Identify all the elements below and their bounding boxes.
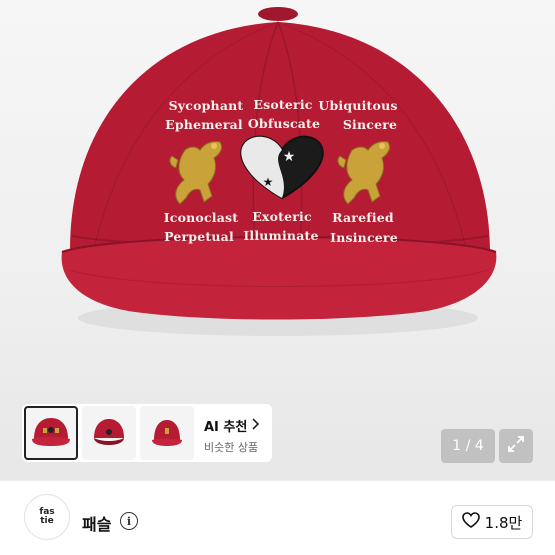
heart-outline-icon: [461, 512, 480, 532]
embroidery-word: Rarefied: [332, 210, 394, 225]
product-detail-screen: Sycophant Esoteric Ubiquitous Ephemeral …: [0, 0, 555, 555]
info-icon[interactable]: i: [120, 512, 138, 530]
embroidery-word: Insincere: [330, 230, 398, 245]
svg-text:★: ★: [283, 149, 296, 165]
chevron-right-icon: [250, 417, 260, 434]
svg-text:★: ★: [263, 175, 274, 189]
embroidery-word: Ephemeral: [165, 117, 243, 132]
ai-recommend-subtitle: 비슷한 상품: [204, 441, 259, 454]
embroidery-word: Sycophant: [169, 98, 244, 113]
thumbnail-strip: AI 추천 비슷한 상품: [22, 404, 273, 462]
thumb-cap-top[interactable]: [82, 406, 136, 460]
ai-recommend-card[interactable]: AI 추천 비슷한 상품: [198, 406, 271, 460]
expand-icon: [506, 434, 526, 458]
image-counter: 1 / 4: [441, 429, 495, 463]
thumb-cap-front[interactable]: [24, 406, 78, 460]
embroidery-word: Iconoclast: [164, 210, 239, 225]
embroidery-word: Sincere: [343, 117, 397, 132]
avatar[interactable]: fas tie: [24, 494, 70, 540]
like-button[interactable]: 1.8만: [451, 505, 533, 539]
thumb-cap-side[interactable]: [140, 406, 194, 460]
embroidery-word: Ubiquitous: [318, 98, 397, 113]
embroidery-word: Illuminate: [243, 228, 318, 243]
embroidery-word: Perpetual: [164, 229, 234, 244]
seller-name[interactable]: 패슬: [82, 511, 111, 535]
embroidery-word: Exoteric: [252, 209, 312, 224]
expand-button[interactable]: [499, 429, 533, 463]
embroidery-word: Obfuscate: [248, 116, 320, 131]
embroidery-word: Esoteric: [253, 97, 312, 112]
ai-recommend-title: AI 추천: [204, 420, 248, 435]
ai-recommend-title-row: AI 추천: [204, 416, 260, 435]
like-count: 1.8만: [484, 513, 523, 532]
avatar-text-bottom: tie: [40, 516, 54, 526]
